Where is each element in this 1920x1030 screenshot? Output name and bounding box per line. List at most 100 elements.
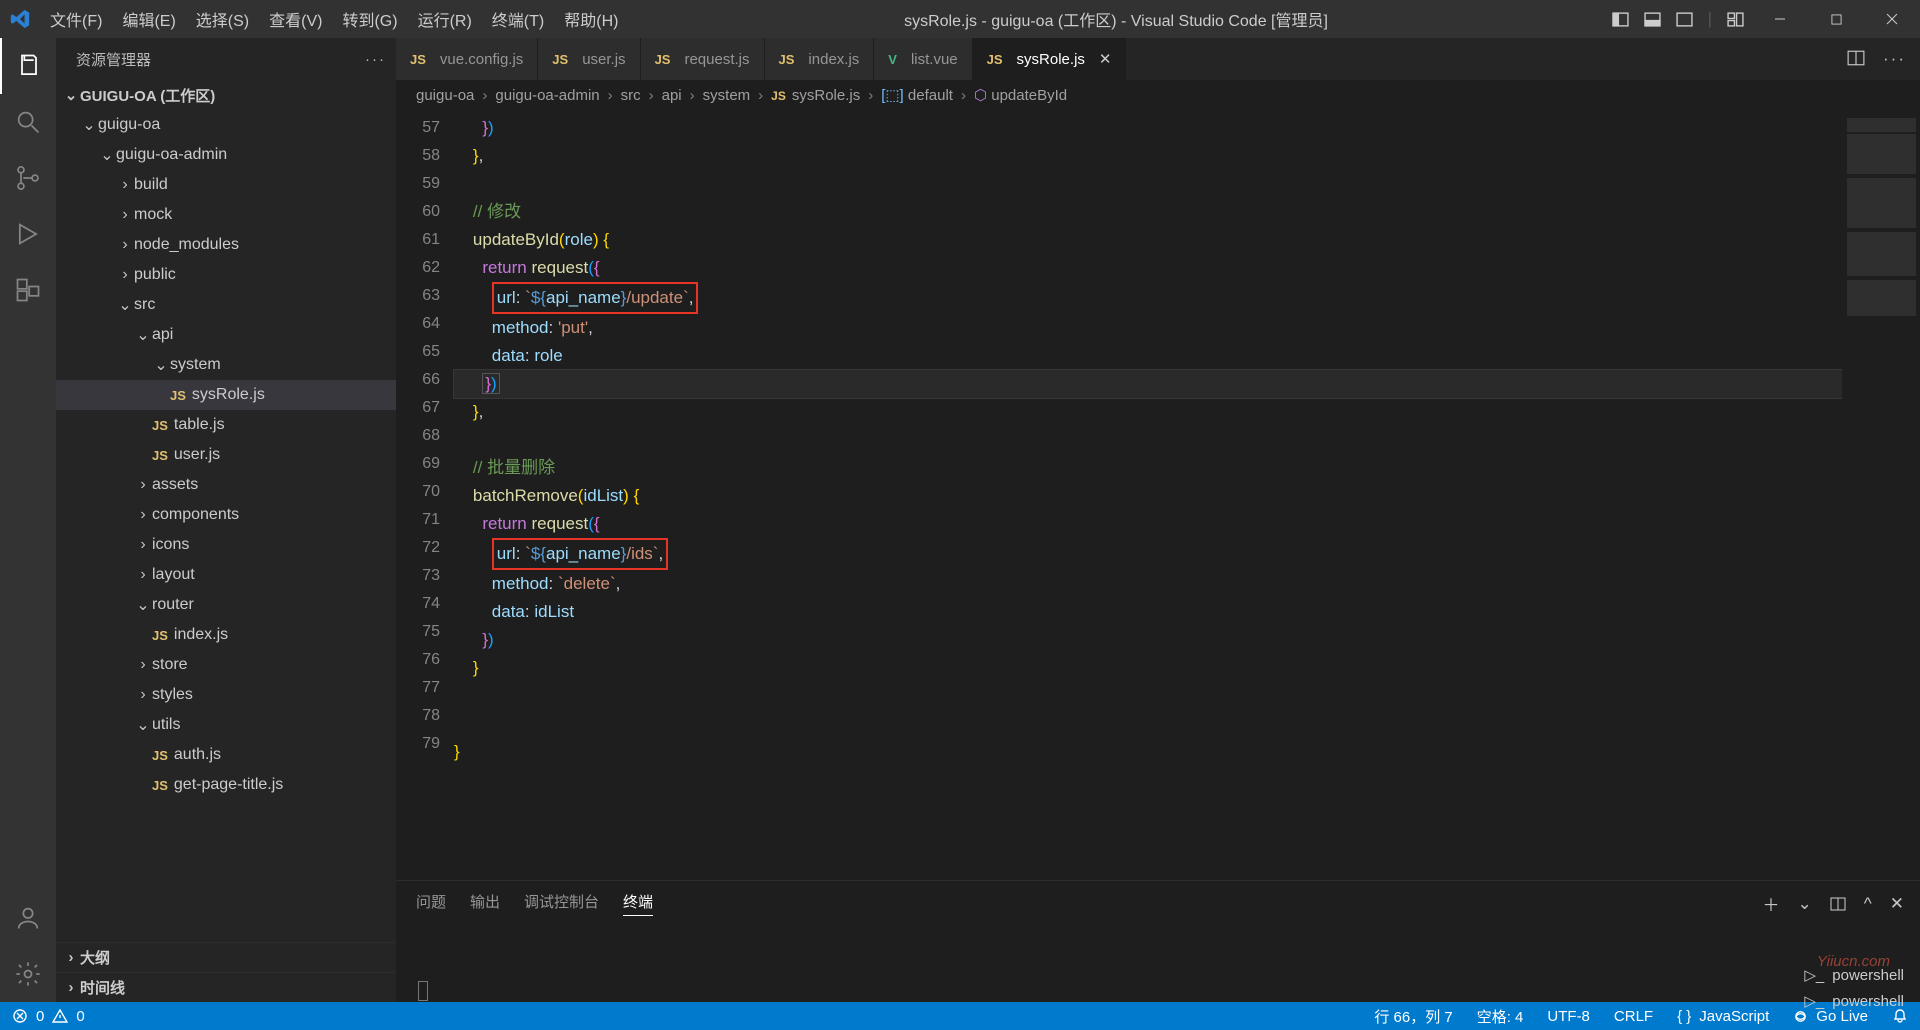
js-file-icon: JS bbox=[152, 448, 168, 463]
terminal-dropdown-icon[interactable]: ⌄ bbox=[1798, 894, 1812, 914]
tree-item[interactable]: ›components bbox=[56, 500, 396, 530]
tree-item[interactable]: ⌄guigu-oa bbox=[56, 110, 396, 140]
more-icon[interactable]: ··· bbox=[365, 51, 386, 68]
tree-item[interactable]: JSget-page-title.js bbox=[56, 770, 396, 800]
tree-item[interactable]: ⌄router bbox=[56, 590, 396, 620]
tree-item[interactable]: ›build bbox=[56, 170, 396, 200]
tree-item[interactable]: ›node_modules bbox=[56, 230, 396, 260]
js-file-icon: JS bbox=[152, 778, 168, 793]
explorer-icon[interactable] bbox=[0, 38, 56, 94]
editor-tab[interactable]: JSuser.js bbox=[538, 38, 640, 80]
extensions-icon[interactable] bbox=[0, 262, 56, 318]
minimize-button[interactable] bbox=[1752, 0, 1808, 38]
layout-bottom-icon[interactable] bbox=[1644, 10, 1662, 28]
breadcrumb-item[interactable]: src bbox=[621, 87, 641, 104]
menu-item[interactable]: 帮助(H) bbox=[554, 7, 628, 31]
editor-tab[interactable]: Vlist.vue bbox=[874, 38, 972, 80]
panel-tab[interactable]: 输出 bbox=[470, 891, 500, 916]
tree-item[interactable]: ›public bbox=[56, 260, 396, 290]
breadcrumb-item[interactable]: ⬡ updateById bbox=[974, 86, 1067, 104]
timeline-section[interactable]: 时间线 bbox=[80, 977, 125, 998]
editor-tab[interactable]: JSrequest.js bbox=[641, 38, 765, 80]
breadcrumb-item[interactable]: system bbox=[703, 87, 751, 104]
breadcrumb-item[interactable]: guigu-oa-admin bbox=[495, 87, 599, 104]
split-terminal-icon[interactable] bbox=[1830, 896, 1846, 912]
search-icon[interactable] bbox=[0, 94, 56, 150]
close-button[interactable] bbox=[1864, 0, 1920, 38]
close-panel-icon[interactable]: ✕ bbox=[1890, 894, 1904, 914]
status-spaces[interactable]: 空格: 4 bbox=[1465, 1002, 1536, 1030]
vue-file-icon: V bbox=[888, 52, 897, 67]
status-eol[interactable]: CRLF bbox=[1602, 1002, 1665, 1030]
tree-item[interactable]: JSsysRole.js bbox=[56, 380, 396, 410]
panel-tab[interactable]: 调试控制台 bbox=[524, 891, 599, 916]
accounts-icon[interactable] bbox=[0, 890, 56, 946]
run-debug-icon[interactable] bbox=[0, 206, 56, 262]
tree-item[interactable]: JSauth.js bbox=[56, 740, 396, 770]
js-file-icon: JS bbox=[410, 52, 426, 67]
tree-item[interactable]: JStable.js bbox=[56, 410, 396, 440]
menu-bar: 文件(F)编辑(E)选择(S)查看(V)转到(G)运行(R)终端(T)帮助(H) bbox=[40, 7, 628, 31]
menu-item[interactable]: 选择(S) bbox=[186, 7, 259, 31]
status-errors[interactable]: 0 0 bbox=[0, 1002, 97, 1030]
tree-item[interactable]: ⌄guigu-oa-admin bbox=[56, 140, 396, 170]
editor-tab[interactable]: JSsysRole.js✕ bbox=[973, 38, 1127, 80]
workspace-name: GUIGU-OA (工作区) bbox=[80, 85, 215, 106]
js-file-icon: JS bbox=[779, 52, 795, 67]
minimap[interactable] bbox=[1842, 110, 1920, 880]
breadcrumb-item[interactable]: [⬚] default bbox=[881, 86, 953, 104]
tree-item[interactable]: ⌄system bbox=[56, 350, 396, 380]
menu-item[interactable]: 终端(T) bbox=[482, 7, 554, 31]
titlebar: 文件(F)编辑(E)选择(S)查看(V)转到(G)运行(R)终端(T)帮助(H)… bbox=[0, 0, 1920, 38]
layout-left-icon[interactable] bbox=[1612, 10, 1630, 28]
tree-item[interactable]: ⌄utils bbox=[56, 710, 396, 740]
panel-tab[interactable]: 问题 bbox=[416, 891, 446, 916]
maximize-button[interactable] bbox=[1808, 0, 1864, 38]
tree-item[interactable]: JSindex.js bbox=[56, 620, 396, 650]
breadcrumb-item[interactable]: guigu-oa bbox=[416, 87, 474, 104]
menu-item[interactable]: 转到(G) bbox=[332, 7, 407, 31]
tree-item[interactable]: ›layout bbox=[56, 560, 396, 590]
status-position[interactable]: 行 66，列 7 bbox=[1362, 1002, 1464, 1030]
more-actions-icon[interactable]: ··· bbox=[1883, 49, 1906, 69]
menu-item[interactable]: 查看(V) bbox=[259, 7, 332, 31]
panel-tab[interactable]: 终端 bbox=[623, 891, 653, 916]
menu-item[interactable]: 运行(R) bbox=[408, 7, 482, 31]
status-encoding[interactable]: UTF-8 bbox=[1535, 1002, 1602, 1030]
js-file-icon: JS bbox=[170, 388, 186, 403]
outline-section[interactable]: 大纲 bbox=[80, 947, 110, 968]
sidebar: 资源管理器··· ⌄GUIGU-OA (工作区) ⌄guigu-oa⌄guigu… bbox=[56, 38, 396, 1002]
source-control-icon[interactable] bbox=[0, 150, 56, 206]
terminal-icon: ▷_ bbox=[1804, 992, 1824, 1010]
customize-layout-icon[interactable] bbox=[1726, 10, 1744, 28]
tree-item[interactable]: ⌄api bbox=[56, 320, 396, 350]
new-terminal-icon[interactable]: ＋ bbox=[1763, 891, 1780, 916]
breadcrumb[interactable]: guigu-oa›guigu-oa-admin›src›api›system›J… bbox=[396, 80, 1920, 110]
breadcrumb-item[interactable]: JSsysRole.js bbox=[771, 87, 860, 104]
editor-tab[interactable]: JSindex.js bbox=[765, 38, 875, 80]
tree-item[interactable]: JSuser.js bbox=[56, 440, 396, 470]
line-numbers: 5758596061626364656667686970717273747576… bbox=[396, 110, 454, 880]
tree-item[interactable]: ›assets bbox=[56, 470, 396, 500]
menu-item[interactable]: 编辑(E) bbox=[112, 7, 185, 31]
settings-gear-icon[interactable] bbox=[0, 946, 56, 1002]
breadcrumb-item[interactable]: api bbox=[662, 87, 682, 104]
editor-tabs: JSvue.config.jsJSuser.jsJSrequest.jsJSin… bbox=[396, 38, 1920, 80]
split-editor-icon[interactable] bbox=[1847, 49, 1865, 69]
tree-item[interactable]: ›mock bbox=[56, 200, 396, 230]
maximize-panel-icon[interactable]: ^ bbox=[1864, 894, 1872, 914]
tree-item[interactable]: ⌄src bbox=[56, 290, 396, 320]
terminal-list-item[interactable]: ▷_ powershell bbox=[1804, 992, 1904, 1010]
tree-item[interactable]: ›icons bbox=[56, 530, 396, 560]
js-file-icon: JS bbox=[152, 628, 168, 643]
layout-right-icon[interactable] bbox=[1676, 10, 1694, 28]
code-area[interactable]: }) }, // 修改 updateById(role) { return re… bbox=[454, 110, 1842, 880]
close-tab-icon[interactable]: ✕ bbox=[1099, 50, 1112, 68]
editor-tab[interactable]: JSvue.config.js bbox=[396, 38, 538, 80]
tree-item[interactable]: ›styles bbox=[56, 680, 396, 710]
file-tree[interactable]: ⌄guigu-oa⌄guigu-oa-admin›build›mock›node… bbox=[56, 110, 396, 942]
editor[interactable]: 5758596061626364656667686970717273747576… bbox=[396, 110, 1920, 880]
status-language[interactable]: { }JavaScript bbox=[1665, 1002, 1781, 1030]
menu-item[interactable]: 文件(F) bbox=[40, 7, 112, 31]
tree-item[interactable]: ›store bbox=[56, 650, 396, 680]
